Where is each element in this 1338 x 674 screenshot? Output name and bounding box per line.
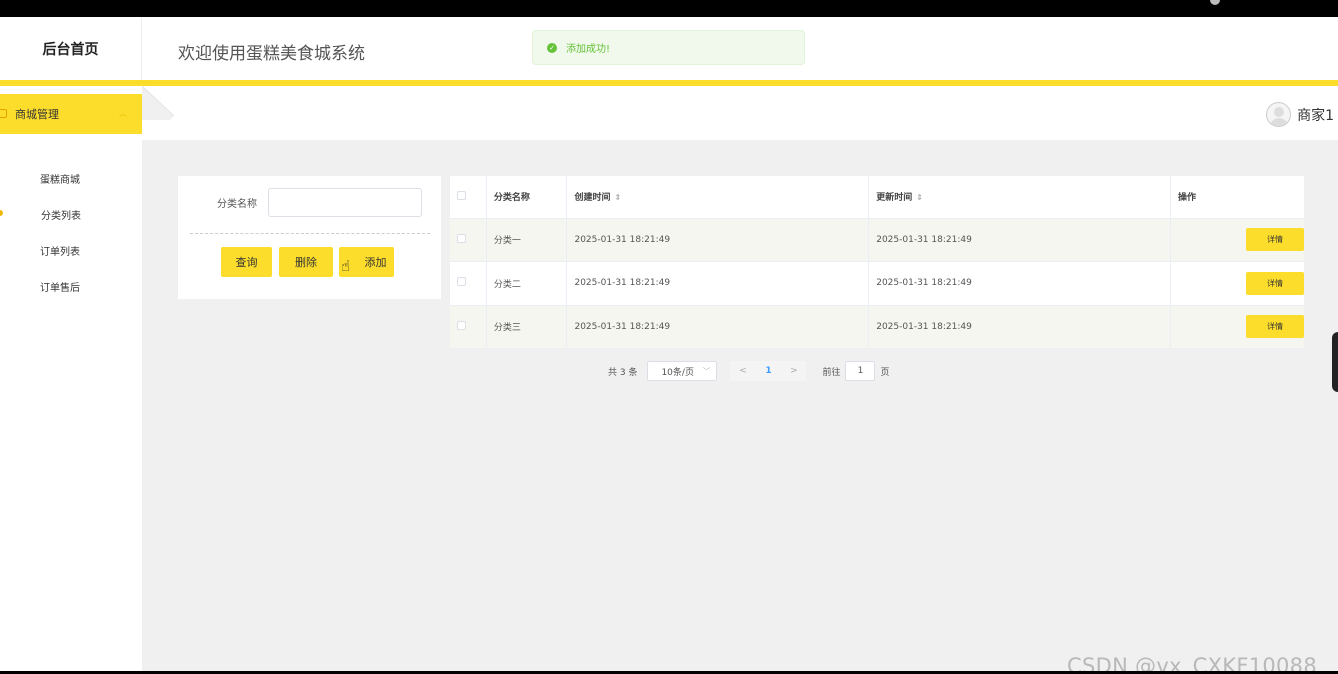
goto-page-input[interactable]: 1: [845, 361, 876, 381]
cell-created: 2025-01-31 18:21:49: [566, 218, 870, 262]
category-name-input[interactable]: [268, 188, 422, 217]
select-all-cell: [450, 176, 487, 219]
row-checkbox[interactable]: [457, 233, 466, 243]
toast-message: 添加成功!: [566, 44, 611, 55]
cell-updated: 2025-01-31 18:21:49: [868, 261, 1171, 306]
hand-cursor-icon: ☝: [341, 257, 351, 275]
page-title: 欢迎使用蛋糕美食城系统: [178, 44, 365, 64]
row-select-cell: [450, 261, 487, 306]
row-select-cell: [450, 218, 487, 262]
table-row: 分类三 2025-01-31 18:21:49 2025-01-31 18:21…: [450, 305, 1304, 349]
sort-icon[interactable]: ⇕: [916, 193, 923, 202]
table-row: 分类一 2025-01-31 18:21:49 2025-01-31 18:21…: [450, 218, 1304, 262]
sidebar-group-shop-management[interactable]: 商城管理 ︿: [0, 94, 142, 134]
divider: [190, 233, 430, 234]
category-name-label: 分类名称: [217, 199, 257, 210]
main-content: 商家1 分类名称 查询 删除 添加 ☝ 分类名称 创建时间 ⇕ 更新时间 ⇕ 操作: [142, 86, 1338, 671]
shop-icon: [0, 109, 7, 118]
sidebar-item-label: 订单列表: [40, 247, 80, 258]
check-circle-icon: ✓: [547, 42, 557, 53]
column-header-actions: 操作: [1170, 176, 1304, 219]
cell-created: 2025-01-31 18:21:49: [566, 261, 870, 306]
column-header-name: 分类名称: [486, 176, 568, 219]
delete-button[interactable]: 删除: [279, 247, 333, 277]
sort-icon[interactable]: ⇕: [615, 193, 622, 202]
sidebar-item-label: 分类列表: [41, 211, 81, 222]
cell-created: 2025-01-31 18:21:49: [566, 305, 870, 349]
row-checkbox[interactable]: [457, 277, 466, 287]
sidebar-item-cake-shop[interactable]: 蛋糕商城: [0, 168, 142, 188]
select-all-checkbox[interactable]: [457, 190, 466, 200]
sidebar-item-after-sales[interactable]: 订单售后: [0, 276, 142, 296]
query-button[interactable]: 查询: [221, 247, 272, 277]
content-topbar: 商家1: [142, 86, 1338, 140]
sidebar-item-category-list[interactable]: 分类列表: [0, 204, 142, 224]
chevron-down-icon: ﹀: [702, 367, 711, 376]
app-window: 后台首页 欢迎使用蛋糕美食城系统 ✓ 添加成功! 商城管理 ︿ 蛋糕商城 分类列…: [0, 17, 1338, 671]
brand-home-link[interactable]: 后台首页: [0, 17, 142, 80]
sidebar-item-label: 蛋糕商城: [40, 175, 80, 186]
cell-updated: 2025-01-31 18:21:49: [868, 218, 1171, 262]
cell-actions: 详情: [1170, 218, 1304, 262]
success-toast: ✓ 添加成功!: [532, 30, 805, 65]
goto-suffix: 页: [880, 367, 890, 378]
sidebar-item-label: 订单售后: [40, 283, 80, 294]
header: 欢迎使用蛋糕美食城系统 ✓ 添加成功!: [142, 17, 1338, 80]
column-label: 分类名称: [493, 193, 530, 204]
collapse-toggle-icon[interactable]: [142, 86, 174, 120]
table-row: 分类二 2025-01-31 18:21:49 2025-01-31 18:21…: [450, 261, 1304, 306]
column-label: 更新时间: [876, 193, 913, 204]
column-header-updated[interactable]: 更新时间 ⇕: [868, 176, 1171, 219]
side-floating-widget[interactable]: [1332, 332, 1338, 392]
page-nav: < 1 >: [730, 361, 807, 381]
user-menu[interactable]: 商家1: [1266, 102, 1334, 127]
cell-actions: 详情: [1170, 261, 1304, 306]
row-select-cell: [450, 305, 487, 349]
browser-top-strip: [0, 0, 1338, 17]
page-size-value: 10条/页: [661, 367, 694, 378]
cell-updated: 2025-01-31 18:21:49: [868, 305, 1171, 349]
user-avatar-icon: [1266, 102, 1292, 127]
sidebar-group-label: 商城管理: [15, 108, 59, 121]
detail-button[interactable]: 详情: [1246, 315, 1304, 339]
pagination: 共 3 条 10条/页 ﹀ < 1 > 前往 1 页: [608, 361, 889, 381]
watermark: CSDN @vx_CXKF10088: [1067, 654, 1318, 671]
next-page-button[interactable]: >: [781, 361, 807, 381]
detail-button[interactable]: 详情: [1246, 271, 1304, 295]
user-name: 商家1: [1297, 107, 1334, 124]
chevron-up-icon: ︿: [119, 109, 127, 118]
active-marker-icon: [0, 210, 3, 216]
sidebar: 商城管理 ︿ 蛋糕商城 分类列表 订单列表 订单售后: [0, 86, 142, 671]
cell-name: 分类三: [486, 305, 568, 349]
detail-button[interactable]: 详情: [1246, 228, 1304, 252]
search-panel: 分类名称 查询 删除 添加 ☝: [178, 176, 441, 299]
cell-name: 分类一: [486, 218, 568, 262]
page-number-button[interactable]: 1: [755, 361, 782, 381]
cell-name: 分类二: [486, 261, 568, 306]
cell-actions: 详情: [1170, 305, 1304, 349]
total-count: 共 3 条: [608, 367, 638, 378]
column-header-created[interactable]: 创建时间 ⇕: [566, 176, 870, 219]
goto-label: 前往: [822, 367, 841, 378]
prev-page-button[interactable]: <: [730, 361, 756, 381]
sidebar-item-order-list[interactable]: 订单列表: [0, 240, 142, 260]
column-label: 创建时间: [574, 193, 611, 204]
row-checkbox[interactable]: [457, 320, 466, 330]
category-table: 分类名称 创建时间 ⇕ 更新时间 ⇕ 操作 分类一 2025-01-31 18:21…: [450, 176, 1304, 349]
table-header-row: 分类名称 创建时间 ⇕ 更新时间 ⇕ 操作: [450, 176, 1304, 219]
column-label: 操作: [1178, 193, 1197, 204]
page-size-select[interactable]: 10条/页 ﹀: [647, 361, 718, 381]
window-dot: [1210, 0, 1220, 5]
